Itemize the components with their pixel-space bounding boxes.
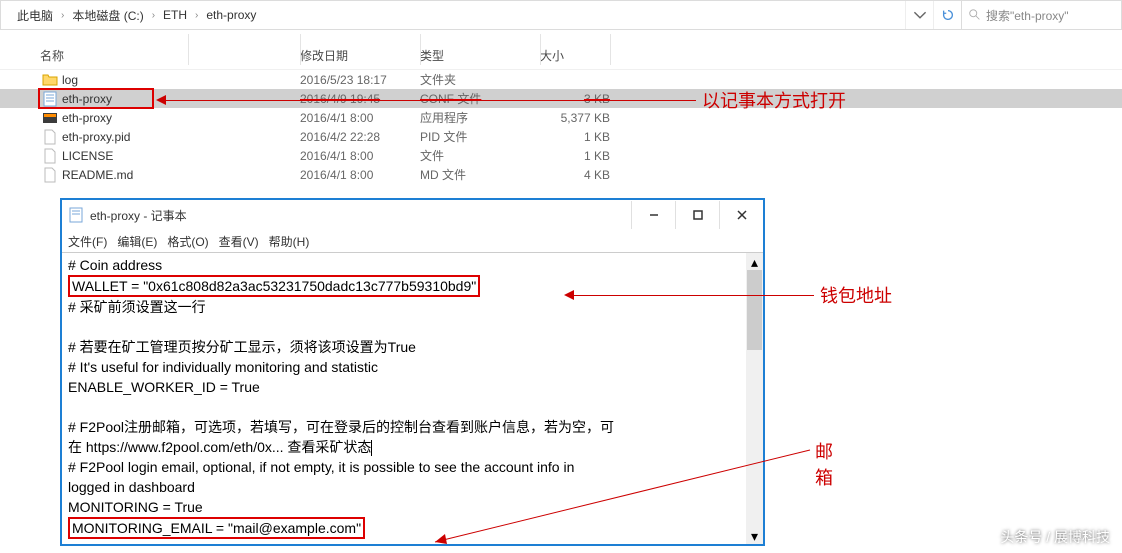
file-name: eth-proxy.pid [60, 130, 300, 144]
list-item[interactable]: eth-proxy.pid 2016/4/2 22:28 PID 文件 1 KB [0, 127, 1122, 146]
watermark: 头条号 / 展博科技 [1000, 527, 1110, 547]
menu-view[interactable]: 查看(V) [219, 233, 259, 250]
breadcrumb-item[interactable]: ETH [155, 8, 195, 22]
text-cursor [371, 440, 372, 456]
file-size: 4 KB [540, 168, 610, 182]
search-icon [968, 8, 982, 22]
text-line [68, 317, 757, 337]
scroll-up-icon[interactable]: ▴ [746, 253, 763, 270]
history-dropdown-button[interactable] [905, 1, 933, 29]
folder-icon [40, 72, 60, 88]
column-name[interactable]: 名称 [40, 47, 300, 64]
breadcrumb-item[interactable]: 此电脑 [9, 7, 61, 24]
text-line: # It's useful for individually monitorin… [68, 357, 757, 377]
column-type[interactable]: 类型 [420, 47, 540, 64]
text-line [68, 397, 757, 417]
file-date: 2016/4/2 22:28 [300, 130, 420, 144]
column-size[interactable]: 大小 [540, 47, 610, 64]
annotation-label: 邮箱 [815, 438, 833, 490]
notepad-title: eth-proxy - 记事本 [90, 207, 631, 224]
text-line: ENABLE_WORKER_ID = True [68, 377, 757, 397]
file-size: 1 KB [540, 130, 610, 144]
file-name: log [60, 73, 300, 87]
file-size: 1 KB [540, 149, 610, 163]
file-date: 2016/5/23 18:17 [300, 73, 420, 87]
close-button[interactable] [719, 201, 763, 229]
search-placeholder: 搜索"eth-proxy" [986, 7, 1069, 24]
list-item[interactable]: README.md 2016/4/1 8:00 MD 文件 4 KB [0, 165, 1122, 184]
file-type: PID 文件 [420, 128, 540, 145]
file-name: LICENSE [60, 149, 300, 163]
file-icon [40, 148, 60, 164]
minimize-button[interactable] [631, 201, 675, 229]
maximize-button[interactable] [675, 201, 719, 229]
search-input[interactable]: 搜索"eth-proxy" [961, 1, 1121, 29]
file-type: 文件夹 [420, 71, 540, 88]
column-headers: 名称 修改日期 类型 大小 [0, 30, 1122, 70]
text-file-icon [40, 91, 60, 107]
column-date[interactable]: 修改日期 [300, 47, 420, 64]
notepad-titlebar[interactable]: eth-proxy - 记事本 [62, 200, 763, 230]
menu-edit[interactable]: 编辑(E) [117, 233, 157, 250]
file-type: 文件 [420, 147, 540, 164]
notepad-icon [68, 207, 84, 223]
breadcrumb-item[interactable]: 本地磁盘 (C:) [64, 7, 151, 24]
notepad-menubar: 文件(F) 编辑(E) 格式(O) 查看(V) 帮助(H) [62, 230, 763, 252]
annotation-open-with-notepad: 以记事本方式打开 [156, 87, 846, 113]
exe-icon [40, 110, 60, 126]
menu-format[interactable]: 格式(O) [167, 233, 208, 250]
file-type: MD 文件 [420, 166, 540, 183]
breadcrumb-bar: 此电脑› 本地磁盘 (C:)› ETH› eth-proxy 搜索"eth-pr… [0, 0, 1122, 30]
file-name: README.md [60, 168, 300, 182]
list-item[interactable]: LICENSE 2016/4/1 8:00 文件 1 KB [0, 146, 1122, 165]
menu-file[interactable]: 文件(F) [68, 233, 107, 250]
text-line: # F2Pool注册邮箱，可选项，若填写，可在登录后的控制台查看到账户信息，若为… [68, 417, 757, 437]
refresh-button[interactable] [933, 1, 961, 29]
file-icon [40, 167, 60, 183]
annotation-highlight-email: MONITORING_EMAIL = "mail@example.com" [68, 517, 365, 539]
annotation-highlight-wallet: WALLET = "0x61c808d82a3ac53231750dadc13c… [68, 275, 480, 297]
text-line: # Coin address [68, 255, 757, 275]
menu-help[interactable]: 帮助(H) [269, 233, 310, 250]
file-icon [40, 129, 60, 145]
breadcrumb-item[interactable]: eth-proxy [198, 8, 264, 22]
text-line: # 若要在矿工管理页按分矿工显示，须将该项设置为True [68, 337, 757, 357]
file-date: 2016/4/1 8:00 [300, 149, 420, 163]
file-date: 2016/4/1 8:00 [300, 168, 420, 182]
annotation-wallet-address: 钱包地址 [564, 282, 892, 308]
annotation-label: 钱包地址 [820, 282, 892, 308]
annotation-label: 以记事本方式打开 [702, 87, 846, 113]
